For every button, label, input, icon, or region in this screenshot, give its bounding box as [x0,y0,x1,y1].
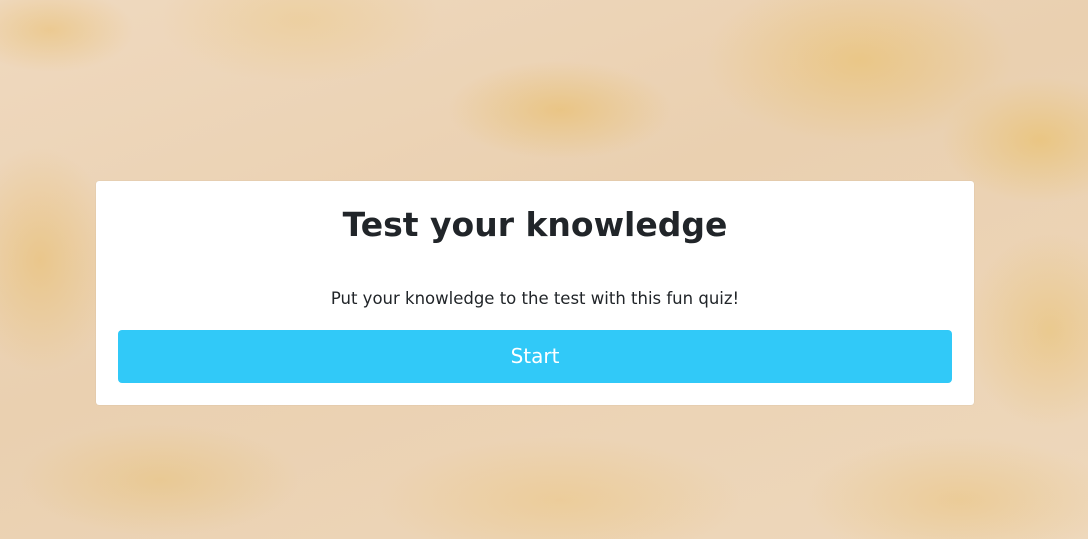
quiz-description: Put your knowledge to the test with this… [330,289,740,308]
quiz-intro-card: Test your knowledge Put your knowledge t… [96,181,974,405]
quiz-title: Test your knowledge [342,205,728,244]
start-button[interactable]: Start [118,330,952,383]
